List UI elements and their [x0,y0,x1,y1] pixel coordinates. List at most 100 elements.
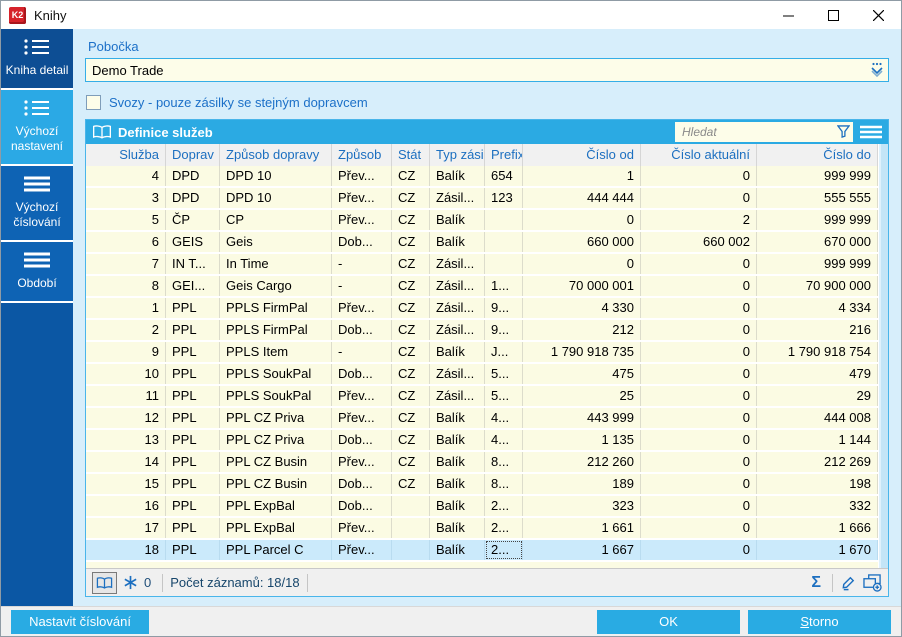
table-cell[interactable]: 660 000 [523,232,641,252]
table-cell[interactable]: 0 [641,254,757,274]
table-cell[interactable]: 8... [485,474,523,494]
add-window-button[interactable] [863,574,882,592]
table-row[interactable]: 12PPLPPL CZ PrivaPřev...CZBalík4...443 9… [86,408,878,430]
close-button[interactable] [856,1,901,29]
table-cell[interactable]: 1 666 [757,518,878,538]
table-cell[interactable]: 0 [641,474,757,494]
table-cell[interactable]: 9 [86,342,166,362]
book-view-button[interactable] [92,572,117,594]
table-cell[interactable]: 70 900 000 [757,276,878,296]
table-cell[interactable]: PPLS FirmPal [220,298,332,318]
table-cell[interactable]: 4 334 [757,298,878,318]
table-cell[interactable]: 1 790 918 735 [523,342,641,362]
table-cell[interactable]: 0 [641,540,757,560]
table-cell[interactable]: 2... [485,540,523,560]
set-numbering-button[interactable]: Nastavit číslování [11,610,149,634]
table-cell[interactable]: PPL CZ Priva [220,408,332,428]
table-cell[interactable]: Zásil... [430,364,485,384]
table-cell[interactable]: 0 [641,430,757,450]
storno-button[interactable]: Storno [748,610,891,634]
table-cell[interactable]: Zásil... [430,254,485,274]
sidebar-item-kniha-detail[interactable]: Kniha detail [1,29,73,90]
column-header[interactable]: Číslo do [757,144,878,166]
table-cell[interactable]: PPL [166,496,220,516]
table-cell[interactable] [392,540,430,560]
table-cell[interactable]: Zásil... [430,298,485,318]
table-cell[interactable]: Dob... [332,496,392,516]
table-cell[interactable]: Balík [430,166,485,186]
table-cell[interactable]: 2... [485,518,523,538]
sidebar-item-vychozi-cislovani[interactable]: Výchozí číslování [1,166,73,242]
edit-button[interactable] [840,574,857,591]
table-cell[interactable]: 0 [641,452,757,472]
table-cell[interactable]: 70 000 001 [523,276,641,296]
table-cell[interactable]: 1 144 [757,430,878,450]
table-cell[interactable]: 0 [641,518,757,538]
table-cell[interactable]: - [332,342,392,362]
table-cell[interactable]: CZ [392,430,430,450]
table-cell[interactable]: PPL ExpBal [220,496,332,516]
table-cell[interactable]: 15 [86,474,166,494]
table-cell[interactable]: 25 [523,386,641,406]
table-cell[interactable]: PPL [166,320,220,340]
table-cell[interactable]: CZ [392,342,430,362]
table-cell[interactable]: Přev... [332,452,392,472]
table-cell[interactable]: 0 [641,166,757,186]
table-cell[interactable]: PPL [166,298,220,318]
table-row[interactable]: 18PPLPPL Parcel CPřev...Balík2...1 66701… [86,540,878,562]
table-cell[interactable]: 12 [86,408,166,428]
table-row[interactable]: 5ČPCPPřev...CZBalík02999 999 [86,210,878,232]
table-cell[interactable]: Balík [430,540,485,560]
carrier-checkbox[interactable] [86,95,101,110]
table-cell[interactable]: 1 135 [523,430,641,450]
table-cell[interactable]: CP [220,210,332,230]
table-cell[interactable]: 1 790 918 754 [757,342,878,362]
table-cell[interactable] [485,210,523,230]
column-header[interactable]: Doprav [166,144,220,166]
column-header[interactable]: Prefix [485,144,523,166]
table-cell[interactable]: 0 [523,210,641,230]
table-cell[interactable]: 3 [86,188,166,208]
table-cell[interactable]: DPD [166,166,220,186]
ok-button[interactable]: OK [597,610,740,634]
table-cell[interactable]: 198 [757,474,878,494]
table-cell[interactable]: 1 [86,298,166,318]
table-row[interactable]: 15PPLPPL CZ BusinDob...CZBalík8...189019… [86,474,878,496]
table-cell[interactable]: 0 [641,342,757,362]
scrollbar-thumb[interactable] [881,144,888,568]
column-header[interactable]: Typ zási [430,144,485,166]
table-cell[interactable]: 4... [485,408,523,428]
table-cell[interactable]: 999 999 [757,166,878,186]
table-cell[interactable]: Přev... [332,298,392,318]
column-header[interactable]: Způsob [332,144,392,166]
table-cell[interactable]: 4 330 [523,298,641,318]
table-cell[interactable]: 999 999 [757,254,878,274]
table-cell[interactable]: CZ [392,408,430,428]
table-cell[interactable]: 1 [523,166,641,186]
table-cell[interactable]: Dob... [332,232,392,252]
table-cell[interactable]: - [332,254,392,274]
filter-icon[interactable] [837,125,850,138]
table-cell[interactable]: PPLS SoukPal [220,386,332,406]
table-cell[interactable]: Balík [430,430,485,450]
table-cell[interactable]: Geis Cargo [220,276,332,296]
dropdown-button[interactable] [870,62,884,77]
table-cell[interactable]: 654 [485,166,523,186]
table-cell[interactable]: Přev... [332,188,392,208]
table-cell[interactable]: 2 [641,210,757,230]
table-cell[interactable]: GEI... [166,276,220,296]
table-row[interactable]: 11PPLPPLS SoukPalPřev...CZZásil...5...25… [86,386,878,408]
table-cell[interactable] [392,518,430,538]
table-cell[interactable]: 8 [86,276,166,296]
table-cell[interactable]: 14 [86,452,166,472]
table-cell[interactable]: - [332,276,392,296]
table-cell[interactable]: 670 000 [757,232,878,252]
table-cell[interactable]: 29 [757,386,878,406]
table-cell[interactable]: CZ [392,364,430,384]
table-cell[interactable]: Zásil... [430,386,485,406]
table-cell[interactable]: 5... [485,386,523,406]
table-cell[interactable] [392,496,430,516]
table-cell[interactable]: 479 [757,364,878,384]
table-cell[interactable]: CZ [392,166,430,186]
table-cell[interactable]: DPD 10 [220,166,332,186]
